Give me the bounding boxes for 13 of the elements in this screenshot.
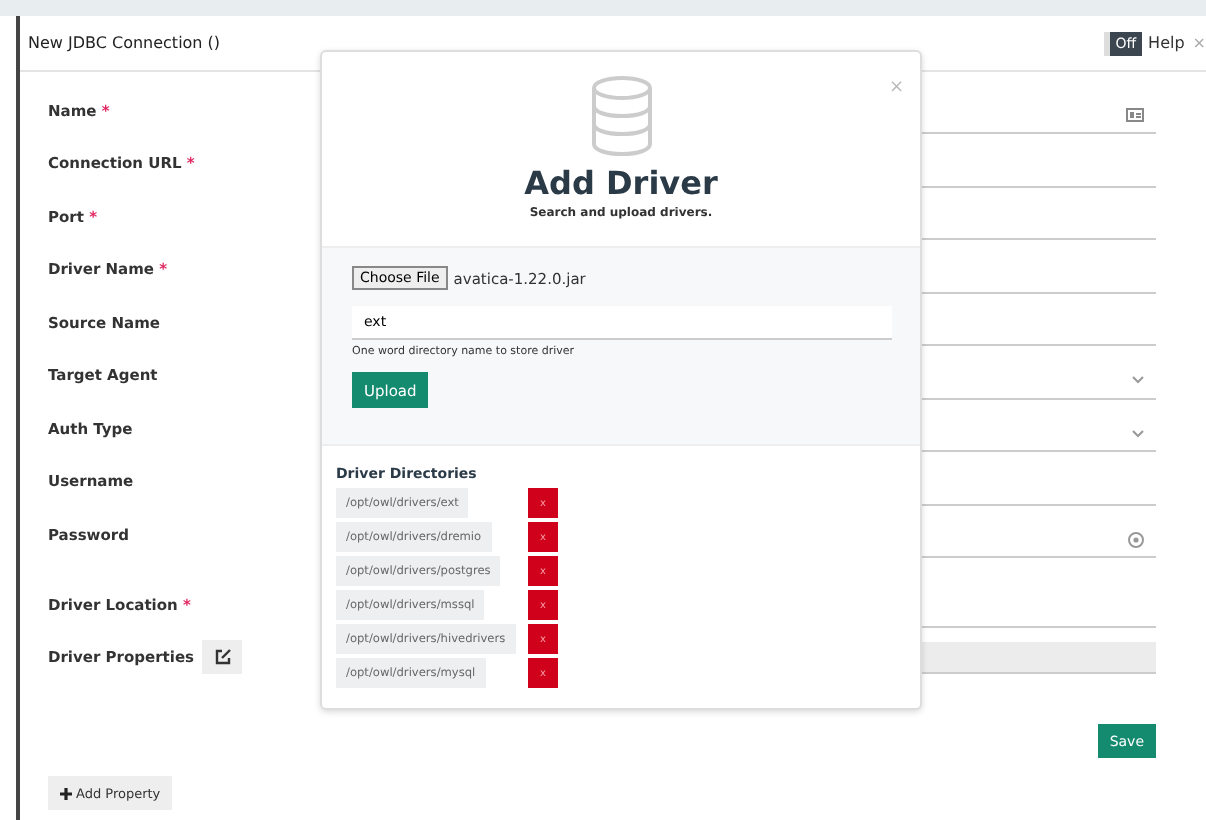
eye-icon[interactable] [1128, 531, 1144, 548]
database-icon [589, 76, 653, 156]
edit-button[interactable] [202, 640, 242, 675]
edit-icon [213, 648, 231, 667]
help-label: Help [1148, 34, 1185, 52]
close-button[interactable]: × [1192, 34, 1206, 52]
plus-icon [60, 787, 72, 799]
chevron-down-icon[interactable] [1132, 429, 1144, 438]
modal-title: Add Driver [524, 164, 718, 202]
dialog-title: New JDBC Connection () [28, 34, 223, 52]
close-button[interactable]: × [888, 78, 904, 98]
id-card-icon [1126, 108, 1144, 123]
chevron-down-icon[interactable] [1132, 376, 1144, 385]
